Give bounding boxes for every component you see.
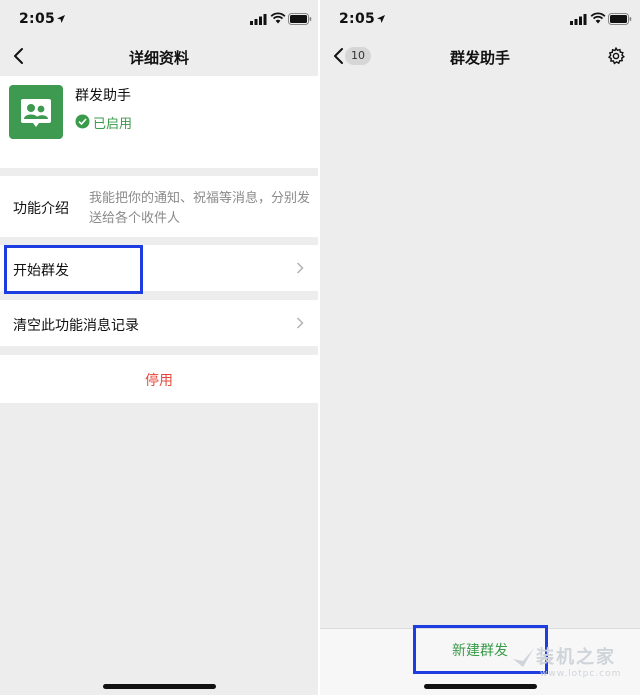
watermark: 装机之家 www.lotpc.com bbox=[510, 643, 636, 693]
battery-icon bbox=[608, 13, 632, 25]
battery-icon bbox=[288, 13, 312, 25]
wifi-icon bbox=[270, 12, 286, 24]
wifi-icon bbox=[590, 12, 606, 24]
signal-icon bbox=[250, 14, 267, 25]
intro-description: 我能把你的通知、祝福等消息，分别发送给各个收件人 bbox=[89, 191, 311, 226]
disable-row[interactable]: 停用 bbox=[0, 355, 318, 403]
chevron-right-icon bbox=[296, 317, 304, 329]
status-label: 已启用 bbox=[93, 117, 133, 132]
home-indicator bbox=[103, 684, 216, 689]
watermark-title: 装机之家 bbox=[536, 647, 616, 668]
nav-bar: 10 群发助手 bbox=[320, 38, 640, 76]
location-arrow-icon bbox=[57, 15, 65, 23]
status-bar: 2:05 bbox=[0, 0, 318, 38]
intro-label: 功能介绍 bbox=[13, 201, 69, 217]
watermark-url: www.lotpc.com bbox=[540, 669, 622, 679]
start-broadcast-row[interactable]: 开始群发 bbox=[0, 245, 318, 294]
page-title: 群发助手 bbox=[449, 49, 510, 67]
watermark-logo bbox=[513, 648, 534, 667]
check-circle-icon bbox=[75, 114, 90, 129]
signal-icon bbox=[570, 14, 587, 25]
chevron-right-icon bbox=[296, 262, 304, 274]
app-icon bbox=[9, 85, 63, 139]
page-title: 详细资料 bbox=[128, 49, 189, 67]
group-chat-icon bbox=[21, 99, 51, 127]
highlight-box bbox=[4, 245, 143, 294]
location-arrow-icon bbox=[377, 15, 385, 23]
status-time: 2:05 bbox=[19, 11, 56, 27]
intro-row: 功能介绍 我能把你的通知、祝福等消息，分别发送给各个收件人 bbox=[0, 176, 318, 237]
broadcast-screen: 2:05 10 群发助手 新建群发 bbox=[320, 0, 640, 695]
gear-icon[interactable] bbox=[607, 47, 625, 65]
status-time: 2:05 bbox=[339, 11, 376, 27]
detail-screen: 2:05 详细资料 群发助手 已启用 功能介绍 我能把你的通知、祝福等消息，分别… bbox=[0, 0, 318, 695]
clear-history-row[interactable]: 清空此功能消息记录 bbox=[0, 300, 318, 346]
disable-button[interactable]: 停用 bbox=[0, 370, 318, 390]
app-name: 群发助手 bbox=[75, 88, 131, 104]
app-info-card: 群发助手 已启用 bbox=[0, 76, 318, 168]
clear-history-label: 清空此功能消息记录 bbox=[13, 318, 139, 334]
status-bar: 2:05 bbox=[320, 0, 640, 38]
nav-bar: 详细资料 bbox=[0, 38, 318, 76]
